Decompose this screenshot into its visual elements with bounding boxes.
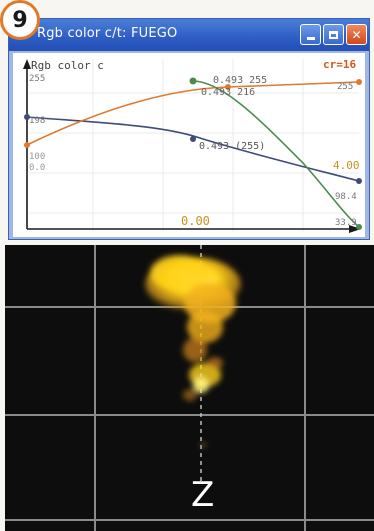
graph-header-label: Rgb color c — [31, 59, 104, 72]
orange-control-point[interactable] — [356, 79, 362, 85]
readout-top2-label: 0.493 216 — [201, 87, 255, 98]
viewport-svg[interactable] — [5, 245, 374, 531]
readout-mid-label: 0.493 (255) — [199, 141, 265, 152]
orange-control-point[interactable] — [24, 142, 30, 148]
window-title: Rgb color c/t: FUEGO — [37, 26, 178, 41]
blue-control-point[interactable] — [190, 136, 196, 142]
curve-graph-area[interactable]: Rgb color c cr=16 0.493 255 0.493 216 0.… — [13, 53, 365, 237]
close-icon: ✕ — [351, 27, 362, 42]
left-axis-label: 100 — [29, 152, 45, 162]
window-titlebar[interactable]: Rgb color c/t: FUEGO ✕ — [9, 19, 369, 51]
blue-channel-curve[interactable] — [26, 116, 360, 182]
color-curve-window: Rgb color c/t: FUEGO ✕ Rgb color c cr=16… — [8, 18, 370, 240]
3d-viewport[interactable]: Z — [5, 245, 374, 531]
curve-graph-svg[interactable]: Rgb color c cr=16 0.493 255 0.493 216 0.… — [13, 53, 365, 237]
minimize-button[interactable] — [300, 24, 321, 45]
green-control-point[interactable] — [189, 77, 197, 85]
left-axis-label: 198 — [29, 116, 45, 126]
green-channel-curve[interactable] — [192, 80, 360, 228]
right-axis-label: 4.00 — [333, 159, 360, 172]
fire-particle-emitter[interactable] — [145, 255, 241, 448]
step-number-badge: 9 — [0, 0, 40, 40]
maximize-icon — [329, 30, 338, 39]
left-axis-label: 0.0 — [29, 163, 45, 173]
right-axis-label: 33.9 — [335, 218, 357, 228]
z-axis-label: Z — [191, 475, 215, 515]
green-control-point[interactable] — [356, 224, 362, 230]
maximize-button[interactable] — [323, 24, 344, 45]
readout-top-label: 0.493 255 — [213, 75, 267, 86]
left-axis-label: 255 — [29, 74, 45, 84]
blue-control-point[interactable] — [356, 178, 362, 184]
minimize-icon — [306, 37, 315, 40]
graph-grid — [29, 59, 359, 231]
x-axis-value-label: 0.00 — [181, 214, 210, 228]
cr-value-label: cr=16 — [323, 58, 356, 71]
close-button[interactable]: ✕ — [346, 24, 367, 45]
right-axis-label: 98.4 — [335, 192, 357, 202]
right-axis-label: 255 — [337, 82, 353, 92]
y-axis-arrow-icon — [23, 59, 31, 69]
